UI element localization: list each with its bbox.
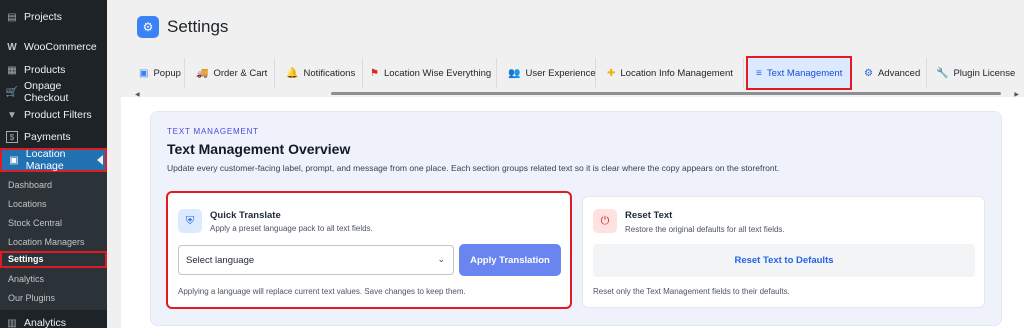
text-lines-icon: ≡ [756,67,762,79]
tab-label: Popup [153,67,181,79]
sidebar-item-label: Location Manage [25,148,66,172]
tab-label: Advanced [877,67,921,79]
tab-label: Location Info Management [620,67,733,79]
submenu-item-locations[interactable]: Locations [0,196,107,213]
submenu-item-settings[interactable]: Settings [0,251,107,268]
submenu-item-our-plugins[interactable]: Our Plugins [0,290,107,307]
tab-label: Plugin License [953,67,1016,79]
power-icon: ⏻ [593,209,617,233]
submenu-item-location-managers[interactable]: Location Managers [0,234,107,251]
quick-translate-title: Quick Translate [210,210,281,221]
reset-text-defaults-button[interactable]: Reset Text to Defaults [593,244,975,277]
language-select-value: Select language [186,254,255,266]
scrollbar-thumb[interactable] [331,92,1001,95]
reset-text-title: Reset Text [625,210,673,221]
submenu-item-stock-central[interactable]: Stock Central [0,215,107,232]
submenu-item-dashboard[interactable]: Dashboard [0,177,107,194]
users-icon: 👥 [508,67,521,79]
sidebar-item-label: WooCommerce [24,41,97,53]
tab-popup[interactable]: ▣ Popup [135,58,185,88]
location-manage-icon: ▣ [9,154,19,166]
sidebar-item-location-manage[interactable]: ▣ Location Manage [0,148,107,172]
chevron-down-icon: ⌄ [437,254,445,264]
reset-text-subtitle: Restore the original defaults for all te… [625,225,785,234]
filter-icon: ▼ [7,109,17,121]
sidebar-item-analytics[interactable]: ▥ Analytics [0,312,107,328]
woocommerce-icon: W [7,41,17,53]
tab-label: Order & Cart [213,67,268,79]
sidebar-item-label: Analytics [24,317,67,328]
tab-label: User Experience [525,67,596,79]
admin-sidebar: ▤ Projects W WooCommerce ▦ Products 🛒 On… [0,0,107,328]
overview-title: Text Management Overview [167,141,351,157]
wrench-icon: 🔧 [936,67,949,79]
tab-advanced[interactable]: ⚙ Advanced [854,58,927,88]
sidebar-item-product-filters[interactable]: ▼ Product Filters [0,104,107,126]
map-icon: ⚑ [370,67,379,79]
settings-tabs: ▣ Popup 🚚 Order & Cart 🔔 Notifications ⚑… [135,56,1019,92]
current-menu-arrow-icon [97,155,103,165]
projects-icon: ▤ [7,11,17,23]
sidebar-item-woocommerce[interactable]: W WooCommerce [0,36,107,58]
translate-shield-icon: ⛨ [178,209,202,233]
overview-description: Update every customer-facing label, prom… [167,163,780,173]
products-icon: ▦ [7,64,17,76]
tab-label: Location Wise Everything [383,67,492,79]
page-title: Settings [167,17,229,36]
sidebar-item-label: Payments [24,131,71,143]
tab-plugin-license[interactable]: 🔧 Plugin License [928,58,1019,88]
tab-order-cart[interactable]: 🚚 Order & Cart [186,58,275,88]
tabs-scrollbar[interactable]: ◀ ▶ [135,91,1019,98]
payments-icon: $ [6,131,18,143]
truck-icon: 🚚 [196,67,209,79]
apply-translation-button[interactable]: Apply Translation [459,244,561,276]
cart-icon: 🛒 [5,86,19,98]
language-select[interactable]: Select language ⌄ [178,245,454,275]
reset-text-note: Reset only the Text Management fields to… [593,287,790,296]
submenu-item-analytics[interactable]: Analytics [0,271,107,288]
sidebar-item-products[interactable]: ▦ Products [0,59,107,81]
tab-location-wise-everything[interactable]: ⚑ Location Wise Everything [364,58,497,88]
tab-text-management[interactable]: ≡ Text Management [746,56,852,90]
tab-label: Text Management [766,67,843,79]
quick-translate-card: ⛨ Quick Translate Apply a preset languag… [166,191,572,309]
popup-icon: ▣ [139,67,149,79]
analytics-icon: ▥ [7,317,17,328]
quick-translate-subtitle: Apply a preset language pack to all text… [210,224,373,233]
puzzle-icon: ✚ [607,67,616,79]
quick-translate-note: Applying a language will replace current… [178,287,466,296]
bell-icon: 🔔 [286,67,299,79]
sidebar-item-projects[interactable]: ▤ Projects [0,6,107,28]
tab-location-info-management[interactable]: ✚ Location Info Management [597,58,744,88]
sidebar-item-label: Products [24,64,66,76]
gear-icon: ⚙ [137,16,159,38]
sidebar-item-payments[interactable]: $ Payments [0,126,107,148]
sidebar-item-onpage-checkout[interactable]: 🛒 Onpage Checkout [0,80,107,104]
reset-text-card: ⏻ Reset Text Restore the original defaul… [582,196,985,308]
sidebar-submenu: Dashboard Locations Stock Central Locati… [0,172,107,310]
gear-icon: ⚙ [864,67,873,79]
tab-label: Notifications [303,67,356,79]
section-eyebrow: TEXT MANAGEMENT [167,127,259,136]
sidebar-item-label: Projects [24,11,62,23]
sidebar-item-label: Product Filters [24,109,92,121]
tab-notifications[interactable]: 🔔 Notifications [276,58,363,88]
sidebar-item-label: Onpage Checkout [24,80,69,104]
tab-user-experience[interactable]: 👥 User Experience [498,58,596,88]
